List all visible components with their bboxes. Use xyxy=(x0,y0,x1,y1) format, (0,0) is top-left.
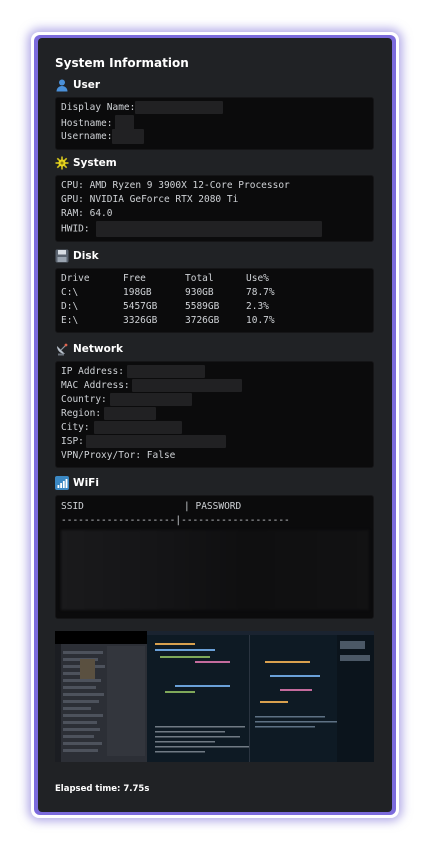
network-code-block: IP Address: MAC Address: Country: Region… xyxy=(55,361,374,468)
disk-col-use: Use% xyxy=(246,273,269,284)
ip-redacted xyxy=(126,365,205,378)
wifi-code-block: SSID | PASSWORD --------------------|---… xyxy=(55,495,374,619)
hostname-label: Hostname: xyxy=(61,118,113,129)
disk-cell: 2.3% xyxy=(246,301,269,312)
network-heading: Network xyxy=(73,343,124,355)
user-heading: User xyxy=(73,79,101,91)
country-label: Country: xyxy=(61,394,107,405)
wifi-header-row: SSID xyxy=(61,500,84,514)
disk-row-d: D:\ 5457GB 5589GB 2.3% xyxy=(61,300,368,314)
city-label: City: xyxy=(61,422,90,433)
mac-redacted xyxy=(131,379,242,392)
isp-redacted xyxy=(85,435,226,448)
isp-label: ISP: xyxy=(61,436,84,447)
desktop-screenshot-image[interactable] xyxy=(55,631,374,762)
wifi-col-ssid: SSID xyxy=(61,501,84,512)
wifi-header-sep: | PASSWORD xyxy=(184,500,241,514)
disk-section-header: Disk xyxy=(55,249,99,263)
satellite-dish-icon xyxy=(55,342,69,356)
disk-col-free: Free xyxy=(123,273,146,284)
disk-cell: E:\ xyxy=(61,315,79,326)
gear-sun-icon xyxy=(55,156,69,170)
vpn-line: VPN/Proxy/Tor: False xyxy=(61,450,176,461)
display-name-label: Display Name: xyxy=(61,102,136,113)
username-line: Username: xyxy=(61,129,368,144)
region-line: Region: xyxy=(61,407,368,421)
user-silhouette-icon xyxy=(55,78,69,92)
region-redacted xyxy=(104,407,157,420)
ram-line: RAM: 64.0 xyxy=(61,208,113,219)
display-name-line: Display Name: xyxy=(61,101,368,115)
system-code-block: CPU: AMD Ryzen 9 3900X 12-Core Processor… xyxy=(55,175,374,242)
disk-cell: 78.7% xyxy=(246,287,275,298)
gpu-line: GPU: NVIDIA GeForce RTX 2080 Ti xyxy=(61,194,239,205)
disk-col-total: Total xyxy=(185,273,214,284)
region-label: Region: xyxy=(61,408,102,419)
disk-cell: D:\ xyxy=(61,301,79,312)
disk-row-c: C:\ 198GB 930GB 78.7% xyxy=(61,286,368,300)
hwid-label: HWID: xyxy=(61,223,90,235)
hostname-line: Hostname: xyxy=(61,115,368,132)
city-redacted xyxy=(93,421,182,434)
disk-cell: 930GB xyxy=(185,287,214,298)
system-section-header: System xyxy=(55,156,117,170)
wifi-section-header: WiFi xyxy=(55,476,99,490)
cpu-line: CPU: AMD Ryzen 9 3900X 12-Core Processor xyxy=(61,180,290,191)
system-heading: System xyxy=(73,157,117,169)
disk-cell: 5589GB xyxy=(185,301,220,312)
mac-label: MAC Address: xyxy=(61,380,130,391)
disk-cell: 5457GB xyxy=(123,301,158,312)
floppy-disk-icon xyxy=(55,249,69,263)
username-label: Username: xyxy=(61,131,113,142)
wifi-divider: --------------------|------------------- xyxy=(61,515,290,526)
ip-line: IP Address: xyxy=(61,365,368,379)
elapsed-time: Elapsed time: 7.75s xyxy=(55,784,150,794)
display-name-redacted xyxy=(135,101,224,114)
user-code-block: Display Name: Hostname: Username: xyxy=(55,97,374,150)
wifi-separator: | xyxy=(184,501,190,512)
country-redacted xyxy=(109,393,192,406)
username-redacted xyxy=(112,129,145,144)
network-section-header: Network xyxy=(55,342,123,356)
disk-header-row: Drive Free Total Use% xyxy=(61,272,368,286)
wifi-redacted-list xyxy=(61,530,369,610)
disk-cell: 3326GB xyxy=(123,315,158,326)
user-section-header: User xyxy=(55,78,100,92)
hwid-line: HWID: xyxy=(61,221,368,237)
disk-col-drive: Drive xyxy=(61,273,90,284)
disk-heading: Disk xyxy=(73,250,99,262)
disk-cell: 3726GB xyxy=(185,315,220,326)
signal-bars-icon xyxy=(55,476,69,490)
wifi-col-password: PASSWORD xyxy=(195,501,242,512)
ip-label: IP Address: xyxy=(61,366,124,377)
embed-title: System Information xyxy=(55,56,189,70)
disk-cell: C:\ xyxy=(61,287,79,298)
disk-row-e: E:\ 3326GB 3726GB 10.7% xyxy=(61,314,368,328)
disk-cell: 10.7% xyxy=(246,315,275,326)
disk-code-block: Drive Free Total Use% C:\ 198GB 930GB 78… xyxy=(55,268,374,333)
hwid-redacted xyxy=(95,221,322,237)
isp-line: ISP: xyxy=(61,435,368,449)
country-line: Country: xyxy=(61,393,368,407)
mac-line: MAC Address: xyxy=(61,379,368,393)
disk-cell: 198GB xyxy=(123,287,152,298)
wifi-heading: WiFi xyxy=(73,477,99,489)
embed-card: System Information User Display Name: Ho… xyxy=(38,38,392,812)
city-line: City: xyxy=(61,421,368,435)
